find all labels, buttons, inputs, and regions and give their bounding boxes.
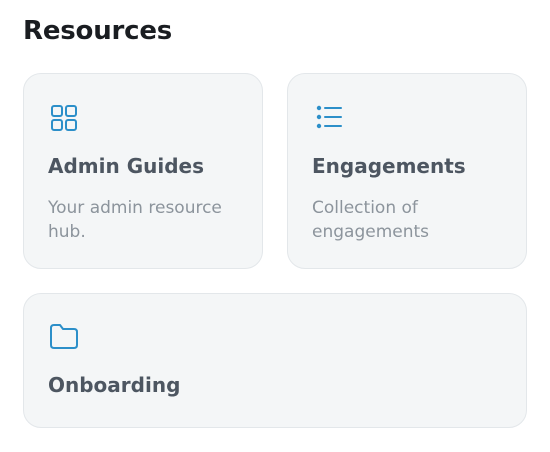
list-icon	[316, 105, 342, 129]
folder-icon	[50, 324, 78, 349]
engagements-card[interactable]: Engagements Collection of engagements	[287, 73, 527, 269]
card-title: Onboarding	[48, 373, 181, 397]
section-title: Resources	[23, 16, 173, 46]
card-title: Engagements	[312, 154, 466, 178]
admin-guides-card[interactable]: Admin Guides Your admin resource hub.	[23, 73, 263, 269]
card-description: Your admin resource hub.	[48, 198, 222, 242]
card-title: Admin Guides	[48, 154, 204, 178]
grid-icon	[51, 105, 77, 131]
card-description: Collection of engagements	[312, 198, 430, 242]
resources-page: Resources Admin Guides Your admin resour…	[0, 0, 550, 452]
onboarding-card[interactable]: Onboarding	[23, 293, 527, 428]
